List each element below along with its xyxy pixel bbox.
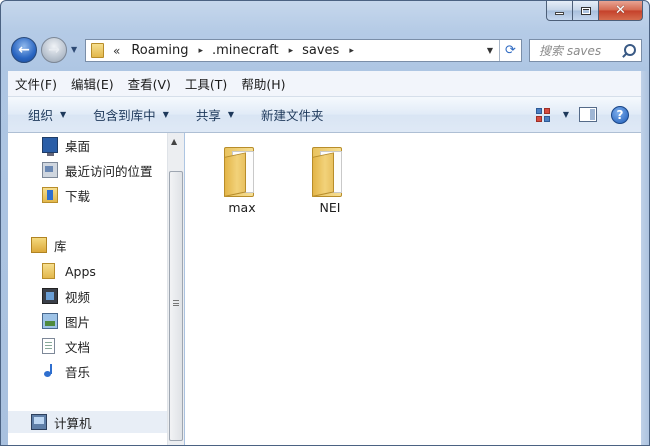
- sidebar-item-label: 图片: [65, 314, 91, 330]
- folder-name: NEI: [319, 200, 341, 215]
- change-view-icon[interactable]: [535, 107, 551, 123]
- search-placeholder: 搜索 saves: [539, 44, 602, 58]
- preview-pane-icon[interactable]: [579, 107, 597, 122]
- menu-bar: 文件(F) 编辑(E) 查看(V) 工具(T) 帮助(H): [8, 71, 641, 97]
- navigation-pane: 桌面 最近访问的位置 下载 库 Apps 视频 图片 文档 音乐 计算机: [8, 133, 167, 445]
- search-input[interactable]: 搜索 saves: [529, 39, 642, 62]
- library-icon: [31, 237, 47, 253]
- window-frame-right: [641, 71, 649, 445]
- breadcrumb-separator[interactable]: ▸: [289, 46, 294, 56]
- sidebar-item-videos[interactable]: 视频: [8, 285, 167, 307]
- close-button[interactable]: ✕: [599, 1, 643, 21]
- breadcrumb-separator[interactable]: ▸: [198, 46, 203, 56]
- navigation-row: ← → ▼ « Roaming ▸ .minecraft ▸ saves ▸ ▼…: [1, 35, 649, 67]
- explorer-window: ✕ ← → ▼ « Roaming ▸ .minecraft ▸ saves ▸…: [0, 0, 650, 446]
- include-in-library-button[interactable]: 包含到库中 ▼: [77, 102, 180, 128]
- recent-places-icon: [42, 162, 58, 178]
- sidebar-item-downloads[interactable]: 下载: [8, 184, 167, 206]
- menu-file[interactable]: 文件(F): [8, 74, 64, 93]
- organize-label: 组织: [28, 108, 54, 123]
- folder-item-nei[interactable]: NEI: [292, 137, 368, 227]
- music-icon: [42, 363, 58, 379]
- folder-icon: [308, 145, 352, 199]
- forward-button[interactable]: →: [41, 37, 67, 63]
- command-bar: 组织 ▼ 包含到库中 ▼ 共享 ▼ 新建文件夹 ▼ ?: [8, 97, 641, 133]
- downloads-icon: [42, 187, 58, 203]
- sidebar-item-documents[interactable]: 文档: [8, 335, 167, 357]
- breadcrumb-separator[interactable]: ▸: [349, 46, 354, 56]
- sidebar-item-label: 计算机: [54, 415, 92, 431]
- folder-item-max[interactable]: max: [204, 137, 280, 227]
- refresh-icon: ⟳: [505, 43, 516, 58]
- maximize-button[interactable]: [573, 1, 599, 21]
- folder-icon: [220, 145, 264, 199]
- refresh-button[interactable]: ⟳: [499, 40, 521, 61]
- share-button[interactable]: 共享 ▼: [180, 102, 245, 128]
- sidebar-item-label: 视频: [65, 289, 91, 305]
- sidebar-item-label: 最近访问的位置: [65, 163, 153, 179]
- address-dropdown-icon[interactable]: ▼: [481, 46, 499, 55]
- menu-tools[interactable]: 工具(T): [178, 74, 234, 93]
- grip-icon: [173, 300, 179, 306]
- search-icon[interactable]: [621, 43, 637, 59]
- chevron-down-icon: ▼: [162, 110, 169, 119]
- folder-icon: [42, 263, 55, 279]
- share-label: 共享: [195, 108, 221, 123]
- chevron-down-icon: ▼: [60, 110, 67, 119]
- minimize-button[interactable]: [546, 1, 573, 21]
- chevron-down-icon: ▼: [227, 110, 235, 119]
- computer-icon: [31, 414, 47, 430]
- sidebar-item-label: 库: [54, 238, 67, 254]
- sidebar-item-pictures[interactable]: 图片: [8, 310, 167, 332]
- sidebar-item-libraries[interactable]: 库: [8, 234, 167, 256]
- menu-help[interactable]: 帮助(H): [234, 74, 292, 93]
- breadcrumb-overflow[interactable]: «: [113, 44, 120, 58]
- video-icon: [42, 288, 58, 304]
- sidebar-item-label: 下载: [65, 188, 91, 204]
- close-icon: ✕: [615, 3, 626, 18]
- sidebar-item-label: 文档: [65, 339, 91, 355]
- sidebar-item-computer[interactable]: 计算机: [8, 411, 167, 433]
- caption-buttons: ✕: [546, 1, 643, 21]
- organize-button[interactable]: 组织 ▼: [8, 102, 77, 128]
- sidebar-item-label: 音乐: [65, 364, 91, 380]
- breadcrumb-roaming[interactable]: Roaming: [131, 43, 188, 58]
- new-folder-button[interactable]: 新建文件夹: [245, 102, 335, 128]
- arrow-left-icon: ←: [18, 42, 30, 58]
- include-in-library-label: 包含到库中: [93, 108, 156, 123]
- view-options-dropdown[interactable]: ▼: [563, 110, 569, 119]
- maximize-icon: [580, 6, 591, 15]
- recent-pages-dropdown[interactable]: ▼: [71, 45, 77, 54]
- breadcrumb-minecraft[interactable]: .minecraft: [212, 43, 279, 58]
- sidebar-item-recent-places[interactable]: 最近访问的位置: [8, 159, 167, 181]
- sidebar-item-label: 桌面: [65, 138, 91, 154]
- desktop-icon: [42, 137, 58, 156]
- sidebar-item-apps[interactable]: Apps: [8, 260, 167, 282]
- navigation-scrollbar[interactable]: ▲: [167, 133, 184, 445]
- address-bar[interactable]: « Roaming ▸ .minecraft ▸ saves ▸ ▼ ⟳: [85, 39, 522, 62]
- help-icon[interactable]: ?: [611, 105, 629, 124]
- breadcrumb-saves[interactable]: saves: [302, 43, 339, 58]
- sidebar-item-desktop[interactable]: 桌面: [8, 134, 167, 156]
- folder-icon: [91, 43, 104, 58]
- sidebar-item-music[interactable]: 音乐: [8, 360, 167, 382]
- scrollbar-thumb[interactable]: [169, 171, 183, 441]
- new-folder-label: 新建文件夹: [261, 108, 324, 123]
- menu-view[interactable]: 查看(V): [121, 74, 178, 93]
- scroll-up-icon[interactable]: ▲: [171, 137, 177, 146]
- menu-edit[interactable]: 编辑(E): [64, 74, 121, 93]
- back-button[interactable]: ←: [11, 37, 37, 63]
- sidebar-item-label: Apps: [65, 263, 96, 279]
- arrow-right-icon: →: [48, 42, 60, 58]
- document-icon: [42, 338, 55, 354]
- file-list-pane: max NEI: [185, 133, 641, 445]
- picture-icon: [42, 313, 58, 329]
- minimize-icon: [555, 12, 564, 15]
- folder-name: max: [228, 200, 256, 215]
